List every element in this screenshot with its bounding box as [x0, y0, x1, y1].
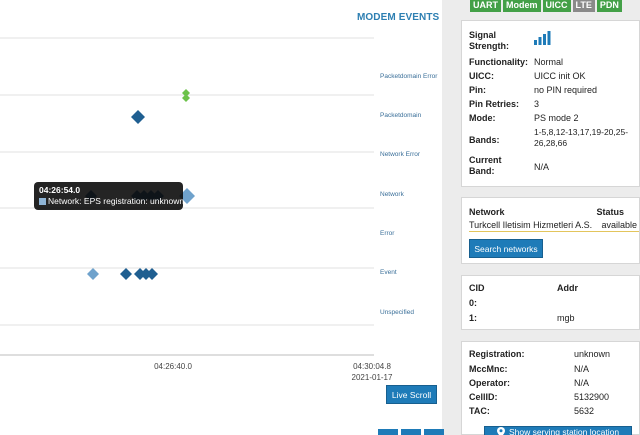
uicc-value: UICC init OK — [534, 71, 586, 81]
operator-label: Operator: — [469, 378, 511, 388]
pin-value: no PIN required — [534, 85, 598, 95]
tooltip-text: Network: EPS registration: unknown — [48, 196, 185, 206]
network-column-header: Network — [469, 207, 505, 217]
status-badge-uart: UART — [470, 0, 501, 12]
network-card: Network Status Turkcell Iletisim Hizmetl… — [461, 197, 640, 264]
mode-value: PS mode 2 — [534, 113, 579, 123]
pin-retries-value: 3 — [534, 99, 540, 109]
pdn-addr: mgb — [557, 313, 575, 323]
operator-value: N/A — [574, 378, 590, 388]
functionality-value: Normal — [534, 57, 564, 67]
tooltip-time: 04:26:54.0 — [39, 185, 81, 195]
x-tick-label: 04:30:04.8 — [353, 362, 391, 371]
tooltip-line: Network: EPS registration: unknown — [39, 196, 184, 207]
pdn-cid: 1: — [469, 313, 478, 323]
show-serving-station-button[interactable]: Show serving station location — [484, 426, 632, 435]
footer-button-2[interactable] — [401, 429, 421, 435]
status-badge-modem: Modem — [503, 0, 541, 12]
network-operator-name: Turkcell Iletisim Hizmetleri A.S. — [469, 220, 593, 230]
status-badge-pdn: PDN — [596, 0, 622, 12]
row-label: Network Error — [380, 151, 421, 158]
bands-value: 1-5,8,12-13,17,19-20,25-26,28,66 — [534, 127, 629, 148]
row-label: Network — [380, 191, 405, 198]
event-marker — [87, 268, 99, 280]
mode-label: Mode: — [469, 113, 496, 123]
network-table-header: Network Status — [469, 207, 634, 217]
registration-card: Registration: unknown MccMnc: N/A Operat… — [461, 341, 640, 435]
signal-label: Signal Strength: — [469, 30, 509, 51]
event-marker — [146, 268, 158, 280]
status-badges: UART Modem UICC LTE PDN — [470, 0, 622, 12]
addr-column-header: Addr — [557, 283, 578, 293]
status-column-header: Status — [596, 207, 624, 217]
registration-value: unknown — [574, 349, 611, 359]
live-scroll-button[interactable]: Live Scroll — [386, 385, 437, 404]
cellid-value: 5132900 — [574, 392, 610, 402]
event-tooltip: 04:26:54.0 Network: EPS registration: un… — [34, 182, 184, 210]
tac-label: TAC: — [469, 406, 490, 416]
search-networks-button[interactable]: Search networks — [469, 239, 543, 258]
modem-info-panel: UART Modem UICC LTE PDN Signal Strength: Fun… — [450, 0, 640, 435]
status-badge-uicc: UICC — [542, 0, 571, 12]
row-label: Unspecified — [380, 309, 414, 316]
modem-events-chart[interactable]: Packetdomain Error Packetdomain Network Er… — [0, 0, 442, 435]
mccmnc-label: MccMnc: — [469, 364, 508, 374]
bands-label: Bands: — [469, 135, 500, 145]
functionality-label: Functionality: — [469, 57, 528, 67]
tooltip-swatch-icon — [39, 198, 46, 205]
network-row[interactable]: Turkcell Iletisim Hizmetleri A.S. availa… — [469, 220, 639, 232]
x-tick-label: 2021-01-17 — [352, 373, 393, 382]
pdn-card: CID Addr 0: 1: mgb — [461, 275, 640, 330]
row-label: Packetdomain Error — [380, 73, 438, 80]
x-tick-label: 04:26:40.0 — [154, 362, 192, 371]
signal-bars-icon — [534, 31, 551, 45]
modem-status-card: Signal Strength: Functionality: Normal U… — [461, 20, 640, 187]
registration-label: Registration: — [469, 349, 525, 359]
event-marker — [131, 110, 145, 124]
cid-column-header: CID — [469, 283, 485, 293]
app-root: Packetdomain Error Packetdomain Network Er… — [0, 0, 640, 435]
current-band-label: Current Band: — [469, 155, 502, 176]
serving-button-label: Show serving station location — [508, 427, 620, 435]
uicc-label: UICC: — [469, 71, 494, 81]
row-label: Error — [380, 230, 395, 237]
pin-retries-label: Pin Retries: — [469, 99, 520, 109]
modem-events-title: MODEM EVENTS — [357, 12, 440, 23]
modem-events-panel: Packetdomain Error Packetdomain Network Er… — [0, 0, 444, 435]
pin-label: Pin: — [469, 85, 486, 95]
row-label: Packetdomain — [380, 112, 422, 119]
row-label: Event — [380, 269, 397, 276]
mccmnc-value: N/A — [574, 364, 590, 374]
current-band-value: N/A — [534, 162, 550, 172]
cellid-label: CellID: — [469, 392, 498, 402]
event-marker — [120, 268, 132, 280]
footer-button-1[interactable] — [378, 429, 398, 435]
pdn-cid: 0: — [469, 298, 478, 308]
footer-button-3[interactable] — [424, 429, 444, 435]
network-operator-status: available — [601, 220, 637, 230]
tac-value: 5632 — [574, 406, 595, 416]
map-pin-icon — [496, 427, 505, 435]
status-badge-lte: LTE — [572, 0, 595, 12]
